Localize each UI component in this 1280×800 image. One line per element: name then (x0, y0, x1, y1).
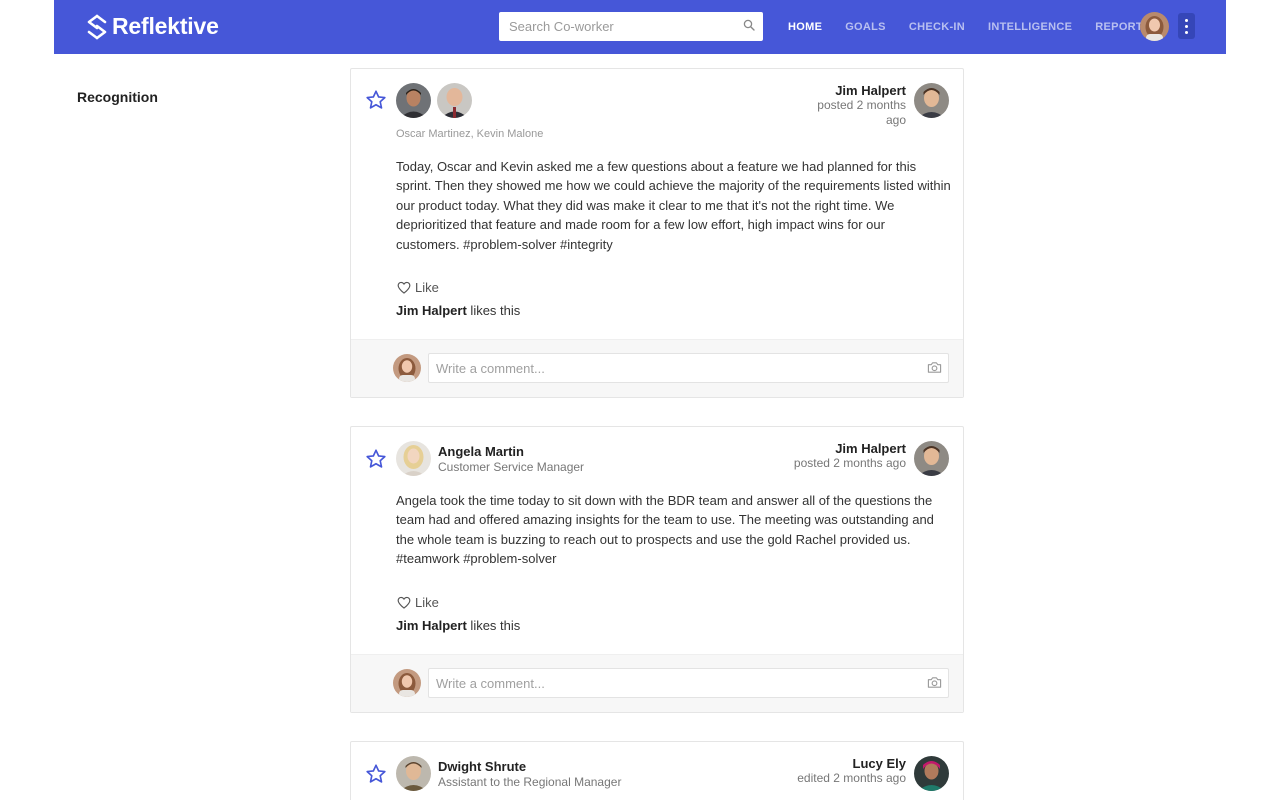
post-body: Angela took the time today to sit down w… (396, 493, 934, 567)
avatar[interactable] (437, 83, 472, 118)
recognition-post: Angela Martin Customer Service Manager J… (350, 426, 964, 713)
recipient-title: Customer Service Manager (438, 460, 585, 474)
main-nav: HOME GOALS CHECK-IN INTELLIGENCE REPORTS (788, 0, 1174, 54)
poster-name[interactable]: Jim Halpert (794, 441, 906, 456)
comment-field (428, 353, 949, 383)
poster-info: Jim Halpert posted 2 months ago (817, 83, 906, 128)
comment-input[interactable] (429, 669, 909, 697)
star-icon[interactable] (365, 89, 387, 111)
poster-info: Lucy Ely edited 2 months ago (797, 756, 906, 786)
commenter-avatar (393, 354, 421, 382)
recipient-avatar[interactable] (396, 756, 431, 791)
section-title: Recognition (77, 89, 158, 105)
avatar[interactable] (396, 83, 431, 118)
top-navigation-bar: Reflektive HOME GOALS CHECK-IN INTELLIGE… (54, 0, 1226, 54)
liker-name[interactable]: Jim Halpert (396, 303, 467, 318)
poster-name[interactable]: Jim Halpert (817, 83, 906, 98)
post-time: posted 2 months (817, 98, 906, 112)
like-label: Like (415, 280, 439, 295)
post-time: edited 2 months ago (797, 771, 906, 785)
poster-avatar[interactable] (914, 83, 949, 118)
nav-goals[interactable]: GOALS (845, 21, 886, 33)
comment-field (428, 668, 949, 698)
recognition-post: Dwight Shrute Assistant to the Regional … (350, 741, 964, 800)
recognition-post: Oscar Martinez, Kevin Malone Jim Halpert… (350, 68, 964, 398)
heart-icon (397, 281, 411, 294)
star-icon[interactable] (365, 448, 387, 470)
search-icon[interactable] (743, 19, 755, 31)
comment-input[interactable] (429, 354, 909, 382)
liker-name[interactable]: Jim Halpert (396, 618, 467, 633)
recipient-title: Assistant to the Regional Manager (438, 775, 622, 789)
app-logo[interactable]: Reflektive (86, 13, 219, 40)
poster-name[interactable]: Lucy Ely (797, 756, 906, 771)
search-box (499, 12, 763, 41)
recipient-name[interactable]: Dwight Shrute (438, 759, 526, 774)
comment-bar (351, 654, 963, 712)
post-body: Today, Oscar and Kevin asked me a few qu… (396, 159, 951, 252)
likes-summary: Jim Halpert likes this (396, 303, 520, 318)
heart-icon (397, 596, 411, 609)
app-name: Reflektive (112, 13, 219, 39)
reflektive-logo-icon (87, 14, 107, 39)
recipient-name[interactable]: Angela Martin (438, 444, 524, 459)
commenter-avatar (393, 669, 421, 697)
nav-home[interactable]: HOME (788, 21, 822, 33)
comment-bar (351, 339, 963, 397)
kebab-menu-icon[interactable] (1178, 13, 1195, 39)
search-input[interactable] (499, 12, 729, 41)
nav-intelligence[interactable]: INTELLIGENCE (988, 21, 1072, 33)
likes-summary: Jim Halpert likes this (396, 618, 520, 633)
nav-check-in[interactable]: CHECK-IN (909, 21, 965, 33)
like-label: Like (415, 595, 439, 610)
poster-avatar[interactable] (914, 756, 949, 791)
star-icon[interactable] (365, 763, 387, 785)
likes-suffix: likes this (466, 618, 521, 633)
recipient-avatar[interactable] (396, 441, 431, 476)
likes-suffix: likes this (466, 303, 521, 318)
post-time: posted 2 months ago (793, 456, 906, 470)
recipient-names: Oscar Martinez, Kevin Malone (396, 128, 544, 140)
camera-icon[interactable] (927, 676, 942, 689)
camera-icon[interactable] (927, 361, 942, 374)
poster-avatar[interactable] (914, 441, 949, 476)
like-button[interactable]: Like (397, 595, 439, 610)
like-button[interactable]: Like (397, 280, 439, 295)
poster-info: Jim Halpert posted 2 months ago (794, 441, 906, 471)
user-avatar[interactable] (1140, 12, 1169, 41)
post-time-cont: ago (885, 113, 906, 127)
